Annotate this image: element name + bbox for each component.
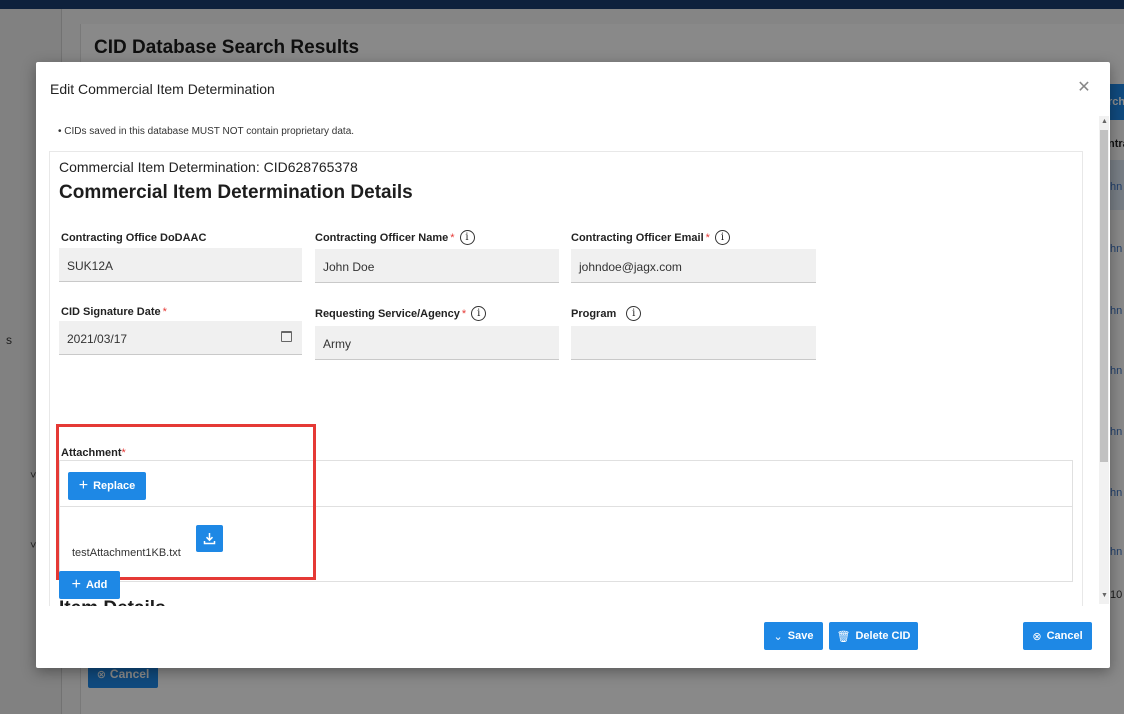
add-label: Add — [85, 579, 108, 591]
close-icon[interactable]: ✕ — [1074, 78, 1094, 98]
edit-cid-modal: Edit Commercial Item Determination ✕ • C… — [36, 62, 1110, 668]
signature-date-label: CID Signature Date * — [61, 306, 167, 318]
trash-icon: 🗑 — [836, 630, 851, 643]
signature-date-label-text: CID Signature Date — [61, 306, 161, 318]
cancel-label: Cancel — [1046, 630, 1083, 642]
required-marker: * — [705, 231, 710, 244]
modal-title: Edit Commercial Item Determination — [50, 81, 275, 97]
modal-footer: ⌄ Save 🗑 Delete CID ⊗ Cancel — [36, 606, 1110, 668]
delete-cid-button[interactable]: 🗑 Delete CID — [829, 622, 918, 650]
officer-name-value: John Doe — [323, 260, 375, 274]
calendar-icon[interactable] — [281, 331, 292, 342]
office-dodaac-label: Contracting Office DoDAAC — [61, 232, 206, 244]
cancel-button[interactable]: ⊗ Cancel — [1023, 622, 1092, 650]
signature-date-value: 2021/03/17 — [67, 332, 128, 346]
modal-header: Edit Commercial Item Determination ✕ — [36, 62, 1110, 116]
modal-scrollbar[interactable]: ▲ ▼ — [1099, 116, 1109, 604]
item-details-heading: Item Details — [59, 598, 166, 606]
required-marker: * — [450, 231, 455, 244]
office-dodaac-label-text: Contracting Office DoDAAC — [61, 232, 207, 244]
notice-text: CIDs saved in this database MUST NOT con… — [64, 126, 355, 137]
officer-name-label: Contracting Officer Name * i — [315, 230, 475, 245]
officer-email-field[interactable]: johndoe@jagx.com — [571, 249, 816, 283]
plus-icon: + — [71, 576, 81, 593]
modal-body: • CIDs saved in this database MUST NOT c… — [36, 116, 1110, 606]
program-label-text: Program — [571, 307, 617, 320]
required-marker: * — [162, 306, 167, 318]
requesting-agency-value: Army — [323, 337, 351, 351]
office-dodaac-value: SUK12A — [67, 259, 114, 273]
officer-name-field[interactable]: John Doe — [315, 249, 559, 283]
scroll-up-arrow-icon[interactable]: ▲ — [1101, 118, 1108, 125]
info-icon[interactable]: i — [459, 230, 475, 245]
program-label: Program i — [571, 306, 642, 321]
details-heading: Commercial Item Determination Details — [59, 182, 413, 203]
info-icon[interactable]: i — [714, 230, 730, 245]
info-icon[interactable]: i — [626, 306, 642, 321]
requesting-agency-field[interactable]: Army — [315, 326, 559, 360]
scroll-down-arrow-icon[interactable]: ▼ — [1101, 592, 1108, 599]
add-item-button[interactable]: + Add — [59, 571, 120, 599]
scroll-thumb[interactable] — [1100, 130, 1108, 462]
requesting-agency-label-text: Requesting Service/Agency — [315, 307, 460, 320]
signature-date-picker[interactable]: 2021/03/17 — [59, 321, 302, 355]
program-field[interactable] — [571, 326, 816, 360]
requesting-agency-label: Requesting Service/Agency * i — [315, 306, 487, 321]
officer-email-label: Contracting Officer Email * i — [571, 230, 730, 245]
officer-name-label-text: Contracting Officer Name — [315, 231, 449, 244]
cancel-circle-icon: ⊗ — [1032, 630, 1042, 643]
officer-email-value: johndoe@jagx.com — [579, 260, 682, 274]
annotation-highlight-box — [56, 424, 316, 580]
office-dodaac-field[interactable]: SUK12A — [59, 248, 302, 282]
cid-identifier: Commercial Item Determination: CID628765… — [59, 159, 358, 175]
officer-email-label-text: Contracting Officer Email — [571, 231, 704, 244]
required-marker: * — [461, 307, 467, 320]
save-label: Save — [787, 630, 814, 642]
info-icon[interactable]: i — [471, 306, 487, 321]
save-button[interactable]: ⌄ Save — [764, 622, 823, 650]
delete-label: Delete CID — [855, 630, 911, 642]
chevron-down-icon: ⌄ — [773, 630, 783, 643]
proprietary-notice: • CIDs saved in this database MUST NOT c… — [58, 126, 355, 137]
